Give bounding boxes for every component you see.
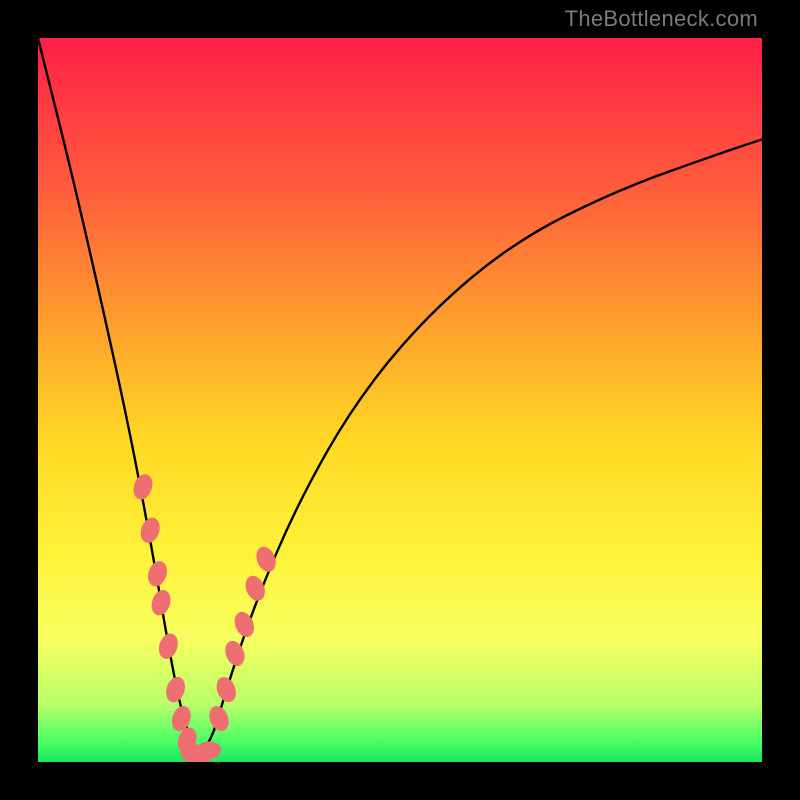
bottleneck-curve xyxy=(38,38,762,750)
chart-frame: TheBottleneck.com xyxy=(0,0,800,800)
curve-marker xyxy=(156,631,181,661)
curve-marker xyxy=(175,725,200,755)
curve-marker xyxy=(169,703,194,733)
plot-area xyxy=(38,38,762,762)
curve-svg xyxy=(38,38,762,762)
curve-marker xyxy=(222,638,248,669)
curve-marker xyxy=(187,745,214,762)
curve-marker xyxy=(194,740,221,760)
curve-marker xyxy=(145,559,170,589)
curve-marker xyxy=(231,609,257,640)
curve-marker xyxy=(253,544,279,575)
curve-marker xyxy=(163,674,188,704)
marker-group xyxy=(130,472,279,762)
watermark-text: TheBottleneck.com xyxy=(565,6,758,32)
curve-marker xyxy=(149,588,174,618)
curve-marker xyxy=(206,703,232,734)
curve-marker xyxy=(180,743,207,762)
curve-marker xyxy=(130,472,155,502)
curve-marker xyxy=(213,674,239,705)
curve-marker xyxy=(138,515,163,545)
curve-marker xyxy=(242,573,268,604)
